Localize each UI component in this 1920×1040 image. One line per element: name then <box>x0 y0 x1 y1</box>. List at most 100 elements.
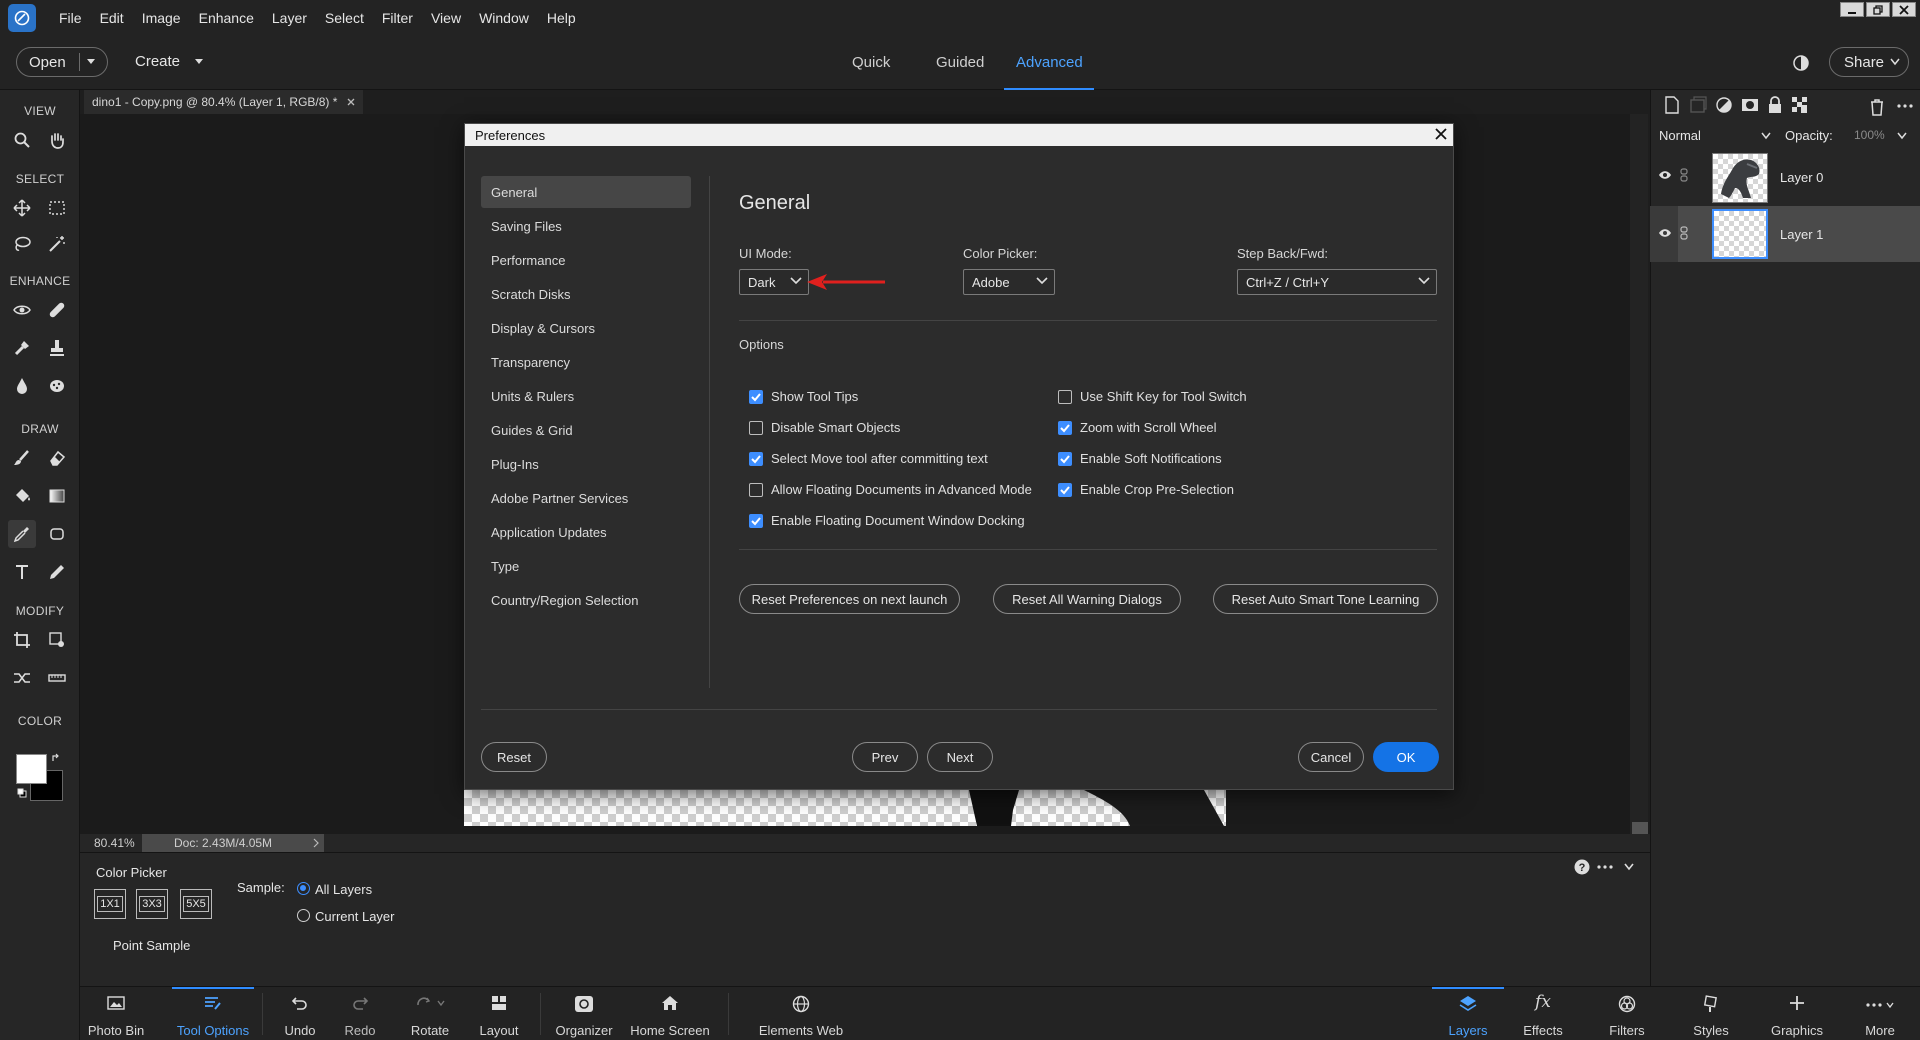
tab-quick[interactable]: Quick <box>852 54 890 71</box>
menu-layer[interactable]: Layer <box>263 10 316 26</box>
minimize-button[interactable] <box>1840 2 1864 17</box>
zoom-tool-icon[interactable] <box>8 126 36 154</box>
app-logo-icon[interactable] <box>8 4 36 32</box>
step-back-fwd-select[interactable]: Ctrl+Z / Ctrl+Y <box>1237 269 1437 295</box>
visibility-eye-icon[interactable] <box>1658 228 1672 238</box>
clone-stamp-tool-icon[interactable] <box>43 334 71 362</box>
sponge-tool-icon[interactable] <box>43 372 71 400</box>
option-crop-pre-selection[interactable]: Enable Crop Pre-Selection <box>1058 482 1234 497</box>
menu-view[interactable]: View <box>422 10 470 26</box>
dialog-close-button[interactable] <box>1431 125 1451 143</box>
lock-icon[interactable] <box>1767 96 1783 114</box>
nav-performance[interactable]: Performance <box>481 244 691 276</box>
option-soft-notifications[interactable]: Enable Soft Notifications <box>1058 451 1222 466</box>
reset-smart-tone-button[interactable]: Reset Auto Smart Tone Learning <box>1213 584 1438 614</box>
organizer-button[interactable]: Organizer <box>550 987 618 1040</box>
ui-mode-select[interactable]: Dark <box>739 269 809 295</box>
paint-bucket-tool-icon[interactable] <box>8 482 36 510</box>
nav-general[interactable]: General <box>481 176 691 208</box>
smart-brush-tool-icon[interactable] <box>8 334 36 362</box>
layer-mask-icon[interactable] <box>1741 96 1759 114</box>
option-zoom-scroll-wheel[interactable]: Zoom with Scroll Wheel <box>1058 420 1217 435</box>
menu-enhance[interactable]: Enhance <box>190 10 263 26</box>
theme-contrast-icon[interactable] <box>1792 54 1810 72</box>
dialog-title-bar[interactable]: Preferences <box>465 124 1453 146</box>
content-aware-move-tool-icon[interactable] <box>8 664 36 692</box>
menu-edit[interactable]: Edit <box>91 10 133 26</box>
elements-web-button[interactable]: Elements Web <box>756 987 846 1040</box>
tool-options-button[interactable]: Tool Options <box>172 987 254 1040</box>
gradient-tool-icon[interactable] <box>43 482 71 510</box>
cancel-button[interactable]: Cancel <box>1298 742 1364 772</box>
move-tool-icon[interactable] <box>8 194 36 222</box>
checkbox-zoom-scroll-wheel[interactable] <box>1058 420 1072 435</box>
create-button[interactable]: Create <box>135 53 204 70</box>
menu-select[interactable]: Select <box>316 10 373 26</box>
delete-layer-icon[interactable] <box>1869 98 1885 116</box>
checkbox-select-move-tool[interactable] <box>749 451 763 466</box>
document-canvas[interactable] <box>464 790 1226 826</box>
photo-bin-button[interactable]: Photo Bin <box>80 987 152 1040</box>
home-screen-button[interactable]: Home Screen <box>628 987 712 1040</box>
nav-country-region-selection[interactable]: Country/Region Selection <box>481 584 691 616</box>
magic-wand-tool-icon[interactable] <box>43 230 71 258</box>
default-colors-icon[interactable] <box>17 788 27 798</box>
sample-current-layer-label[interactable]: Current Layer <box>315 909 394 924</box>
panel-menu-icon[interactable] <box>1897 104 1913 108</box>
share-button[interactable]: Share <box>1829 47 1909 77</box>
menu-help[interactable]: Help <box>538 10 585 26</box>
shape-tool-icon[interactable] <box>43 520 71 548</box>
chevron-right-icon[interactable] <box>312 838 320 848</box>
chevron-down-icon[interactable] <box>86 58 96 66</box>
type-tool-icon[interactable] <box>8 558 36 586</box>
filters-button[interactable]: Filters <box>1596 987 1658 1040</box>
nav-display-cursors[interactable]: Display & Cursors <box>481 312 691 344</box>
nav-application-updates[interactable]: Application Updates <box>481 516 691 548</box>
foreground-color-swatch[interactable] <box>16 754 47 784</box>
checkbox-crop-pre-selection[interactable] <box>1058 482 1072 497</box>
option-select-move-tool[interactable]: Select Move tool after committing text <box>749 451 988 466</box>
collapse-panel-icon[interactable] <box>1624 863 1634 871</box>
next-button[interactable]: Next <box>927 742 993 772</box>
blend-mode-select[interactable]: Normal <box>1659 124 1771 146</box>
reset-button[interactable]: Reset <box>481 742 547 772</box>
option-shift-key-tool-switch[interactable]: Use Shift Key for Tool Switch <box>1058 389 1247 404</box>
doc-size-info[interactable]: Doc: 2.43M/4.05M <box>142 834 324 852</box>
opacity-value[interactable]: 100% <box>1854 128 1885 142</box>
sample-size-1x1[interactable]: 1X1 <box>94 889 126 919</box>
graphics-button[interactable]: Graphics <box>1762 987 1832 1040</box>
blur-tool-icon[interactable] <box>8 372 36 400</box>
new-layer-icon[interactable] <box>1663 96 1681 114</box>
checkbox-show-tool-tips[interactable] <box>749 389 763 404</box>
recompose-tool-icon[interactable] <box>43 626 71 654</box>
chevron-down-icon[interactable] <box>1897 132 1907 140</box>
eraser-tool-icon[interactable] <box>43 444 71 472</box>
layer-row-layer-0[interactable]: Layer 0 <box>1650 150 1920 206</box>
adjustment-layer-icon[interactable] <box>1715 96 1733 114</box>
close-tab-icon[interactable] <box>347 98 355 106</box>
sample-size-5x5[interactable]: 5X5 <box>180 889 212 919</box>
lock-transparency-icon[interactable] <box>1791 96 1809 114</box>
menu-image[interactable]: Image <box>133 10 190 26</box>
option-allow-floating-documents[interactable]: Allow Floating Documents in Advanced Mod… <box>749 482 1032 497</box>
nav-guides-grid[interactable]: Guides & Grid <box>481 414 691 446</box>
redo-button[interactable]: Redo <box>336 987 384 1040</box>
menu-file[interactable]: File <box>50 10 91 26</box>
effects-button[interactable]: fx Effects <box>1512 987 1574 1040</box>
link-icon[interactable] <box>1680 168 1688 182</box>
more-options-icon[interactable] <box>1597 865 1613 869</box>
prev-button[interactable]: Prev <box>852 742 918 772</box>
visibility-eye-icon[interactable] <box>1658 170 1672 180</box>
ok-button[interactable]: OK <box>1373 742 1439 772</box>
lasso-tool-icon[interactable] <box>8 230 36 258</box>
nav-saving-files[interactable]: Saving Files <box>481 210 691 242</box>
menu-window[interactable]: Window <box>470 10 538 26</box>
hand-tool-icon[interactable] <box>43 126 71 154</box>
eyedropper-tool-icon[interactable] <box>8 520 36 548</box>
layout-button[interactable]: Layout <box>472 987 526 1040</box>
brush-tool-icon[interactable] <box>8 444 36 472</box>
spot-healing-tool-icon[interactable] <box>43 296 71 324</box>
checkbox-shift-key-tool-switch[interactable] <box>1058 389 1072 404</box>
tab-guided[interactable]: Guided <box>936 54 984 71</box>
option-floating-window-docking[interactable]: Enable Floating Document Window Docking <box>749 513 1025 528</box>
